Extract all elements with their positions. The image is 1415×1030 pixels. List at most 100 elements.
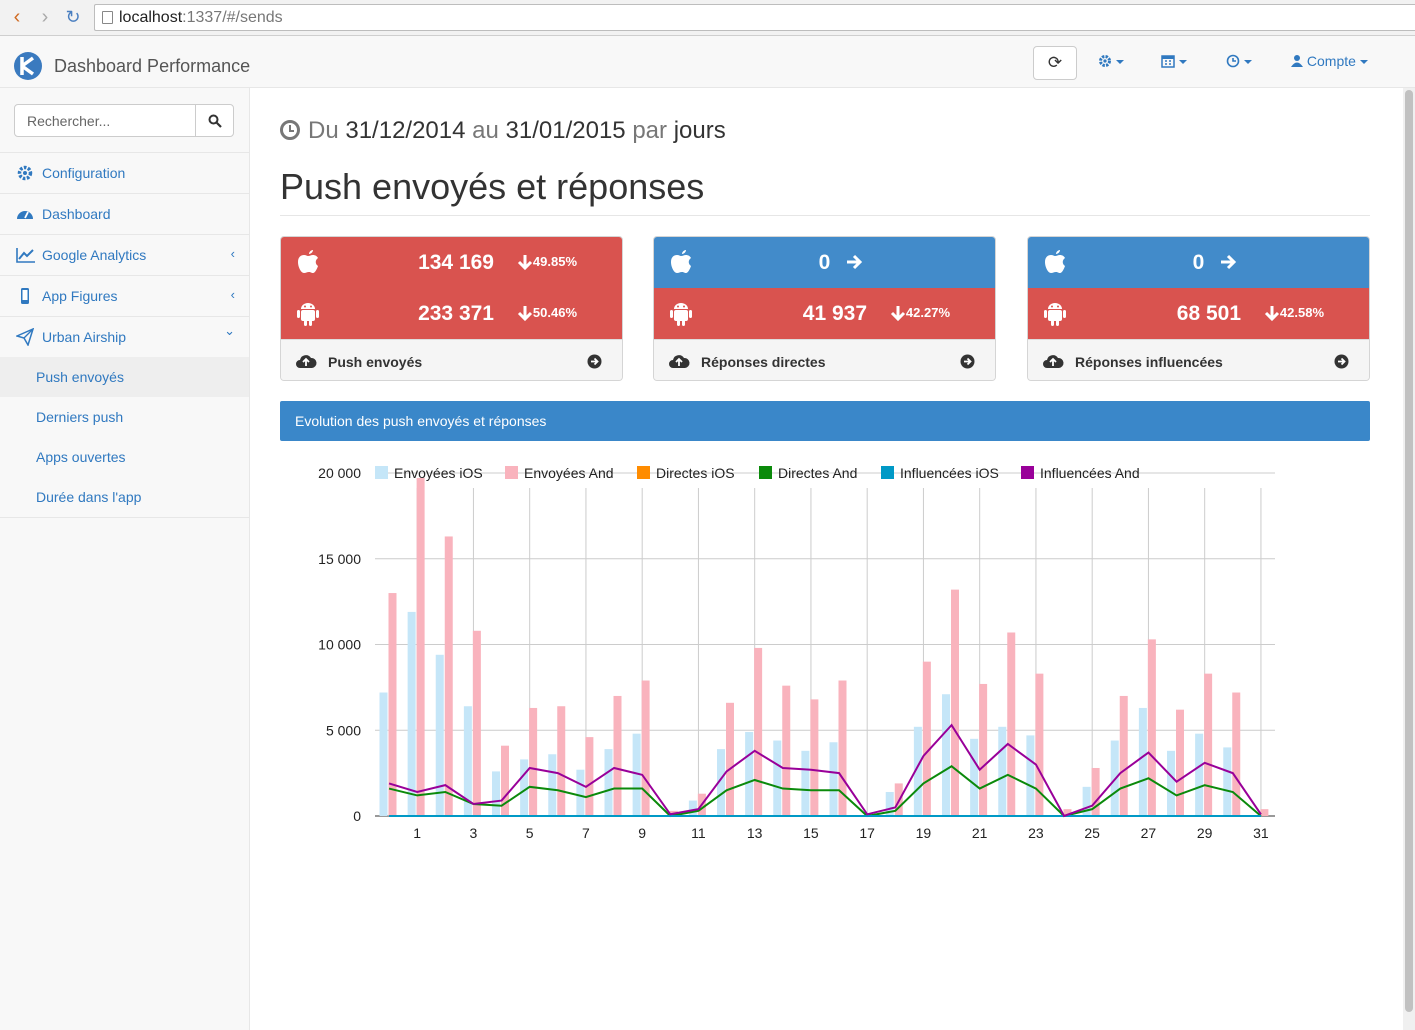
kpi-android-pct: 50.46% bbox=[532, 305, 577, 320]
sidebar-item-google-analytics[interactable]: Google Analytics ‹ bbox=[0, 235, 249, 275]
bar-envoyées-and bbox=[782, 685, 791, 816]
sidebar-subitem-label: Durée dans l'app bbox=[36, 489, 142, 505]
sidebar-item-app-figures[interactable]: App Figures ‹ bbox=[0, 276, 249, 316]
scrollbar-thumb[interactable] bbox=[1405, 90, 1413, 1012]
sidebar-subitem-apps-ouvertes[interactable]: Apps ouvertes bbox=[0, 437, 249, 477]
back-icon[interactable]: ‹ bbox=[6, 6, 28, 28]
brand-logo-icon[interactable] bbox=[13, 51, 43, 81]
bar-envoyées-ios bbox=[576, 769, 585, 816]
kpi-android-row: 41 937 42.27% bbox=[654, 288, 995, 339]
legend-swatch bbox=[881, 466, 894, 479]
x-tick-label: 29 bbox=[1197, 825, 1213, 841]
arrow-right-icon bbox=[846, 254, 862, 270]
cloud-upload-icon bbox=[296, 355, 317, 368]
legend-label: Directes iOS bbox=[656, 465, 735, 481]
legend-swatch bbox=[759, 466, 772, 479]
brand-title[interactable]: Dashboard Performance bbox=[54, 56, 250, 77]
url-path: :1337/#/sends bbox=[182, 9, 283, 26]
address-bar[interactable]: localhost:1337/#/sends bbox=[94, 4, 1415, 31]
arrow-right-icon bbox=[1220, 254, 1236, 270]
clock-icon bbox=[1226, 54, 1240, 68]
x-tick-label: 21 bbox=[972, 825, 988, 841]
y-tick-label: 0 bbox=[353, 808, 361, 824]
bar-envoyées-ios bbox=[998, 726, 1007, 816]
kpi-footer-label: Push envoyés bbox=[328, 354, 423, 370]
bar-envoyées-ios bbox=[1223, 747, 1232, 816]
chevron-left-icon[interactable]: ‹ bbox=[231, 287, 235, 302]
legend-swatch bbox=[1021, 466, 1034, 479]
y-tick-label: 5 000 bbox=[326, 722, 361, 738]
legend-label: Influencées And bbox=[1040, 465, 1140, 481]
kpi-android-value: 68 501 bbox=[1176, 302, 1241, 325]
chevron-left-icon[interactable]: ‹ bbox=[231, 246, 235, 261]
apple-icon bbox=[298, 250, 318, 273]
arrow-circle-right-icon[interactable] bbox=[587, 354, 602, 369]
bar-envoyées-ios bbox=[1195, 733, 1204, 816]
legend-label: Influencées iOS bbox=[900, 465, 999, 481]
sidebar-subitem-derniers-push[interactable]: Derniers push bbox=[0, 397, 249, 437]
clock-icon bbox=[280, 120, 300, 140]
chevron-down-icon[interactable]: ⌄ bbox=[224, 323, 235, 339]
legend-label: Envoyées iOS bbox=[394, 465, 483, 481]
x-tick-label: 19 bbox=[916, 825, 932, 841]
account-label: Compte bbox=[1306, 53, 1356, 69]
sidebar-item-label: Dashboard bbox=[42, 206, 111, 222]
kpi-footer-link[interactable]: Push envoyés bbox=[281, 339, 622, 380]
sidebar-item-label: App Figures bbox=[42, 288, 118, 304]
legend-swatch bbox=[505, 466, 518, 479]
calendar-dropdown[interactable] bbox=[1161, 53, 1187, 69]
bar-envoyées-and bbox=[726, 702, 734, 816]
bar-envoyées-and bbox=[585, 737, 594, 816]
y-tick-label: 15 000 bbox=[318, 551, 361, 567]
arrow-circle-right-icon[interactable] bbox=[960, 354, 975, 369]
line-influencées-and bbox=[388, 723, 1262, 818]
bar-envoyées-ios bbox=[407, 611, 416, 816]
sidebar-item-urban-airship[interactable]: Urban Airship ⌄ bbox=[0, 317, 249, 357]
apple-icon bbox=[671, 250, 691, 273]
sidebar-item-label: Urban Airship bbox=[42, 329, 127, 345]
sidebar: Configuration Dashboard Google Analytics… bbox=[0, 88, 250, 1030]
kpi-ios-value: 0 bbox=[1192, 251, 1205, 274]
page-title: Push envoyés et réponses bbox=[280, 166, 705, 207]
chart-panel-heading: Evolution des push envoyés et réponses bbox=[280, 401, 1370, 441]
gear-icon bbox=[1099, 55, 1111, 67]
bar-envoyées-ios bbox=[379, 692, 388, 816]
settings-dropdown[interactable] bbox=[1098, 53, 1124, 69]
sidebar-item-label: Google Analytics bbox=[42, 247, 147, 263]
sidebar-subitem-label: Derniers push bbox=[36, 409, 124, 425]
x-tick-label: 11 bbox=[691, 825, 706, 841]
kpi-footer-link[interactable]: Réponses directes bbox=[654, 339, 995, 380]
bar-envoyées-ios bbox=[1138, 707, 1147, 816]
sidebar-subitem-push-envoyes[interactable]: Push envoyés bbox=[0, 357, 249, 397]
kpi-footer-link[interactable]: Réponses influencées bbox=[1028, 339, 1369, 380]
x-tick-label: 31 bbox=[1253, 825, 1269, 841]
kpi-android-row: 68 501 42.58% bbox=[1028, 288, 1369, 339]
scrollbar[interactable] bbox=[1403, 88, 1415, 1030]
sidebar-subitem-duree-app[interactable]: Durée dans l'app bbox=[0, 477, 249, 517]
period-prefix: Du bbox=[308, 117, 339, 144]
forward-icon[interactable]: › bbox=[34, 6, 56, 28]
line-chart-icon bbox=[16, 248, 35, 263]
kpi-android-pct: 42.58% bbox=[1279, 305, 1324, 320]
bar-envoyées-and bbox=[416, 478, 425, 816]
arrow-circle-right-icon[interactable] bbox=[1334, 354, 1349, 369]
bar-envoyées-ios bbox=[745, 731, 754, 816]
search-button[interactable] bbox=[195, 104, 234, 137]
sidebar-search bbox=[14, 104, 234, 137]
bar-envoyées-and bbox=[613, 695, 622, 816]
kpi-ios-value: 134 169 bbox=[418, 251, 494, 274]
search-input[interactable] bbox=[14, 104, 196, 137]
calendar-icon bbox=[1161, 55, 1175, 68]
kpi-android-value: 233 371 bbox=[418, 302, 494, 325]
sidebar-item-dashboard[interactable]: Dashboard bbox=[0, 194, 249, 234]
x-tick-label: 7 bbox=[582, 825, 590, 841]
x-tick-label: 17 bbox=[859, 825, 875, 841]
sidebar-item-configuration[interactable]: Configuration bbox=[0, 153, 249, 193]
refresh-button[interactable]: ⟳ bbox=[1033, 46, 1077, 80]
account-dropdown[interactable]: Compte bbox=[1291, 53, 1368, 69]
arrow-down-icon bbox=[517, 306, 533, 322]
bar-envoyées-ios bbox=[1167, 750, 1175, 816]
reload-icon[interactable]: ↻ bbox=[62, 6, 84, 28]
bar-envoyées-and bbox=[951, 589, 959, 816]
clock-dropdown[interactable] bbox=[1226, 53, 1252, 69]
